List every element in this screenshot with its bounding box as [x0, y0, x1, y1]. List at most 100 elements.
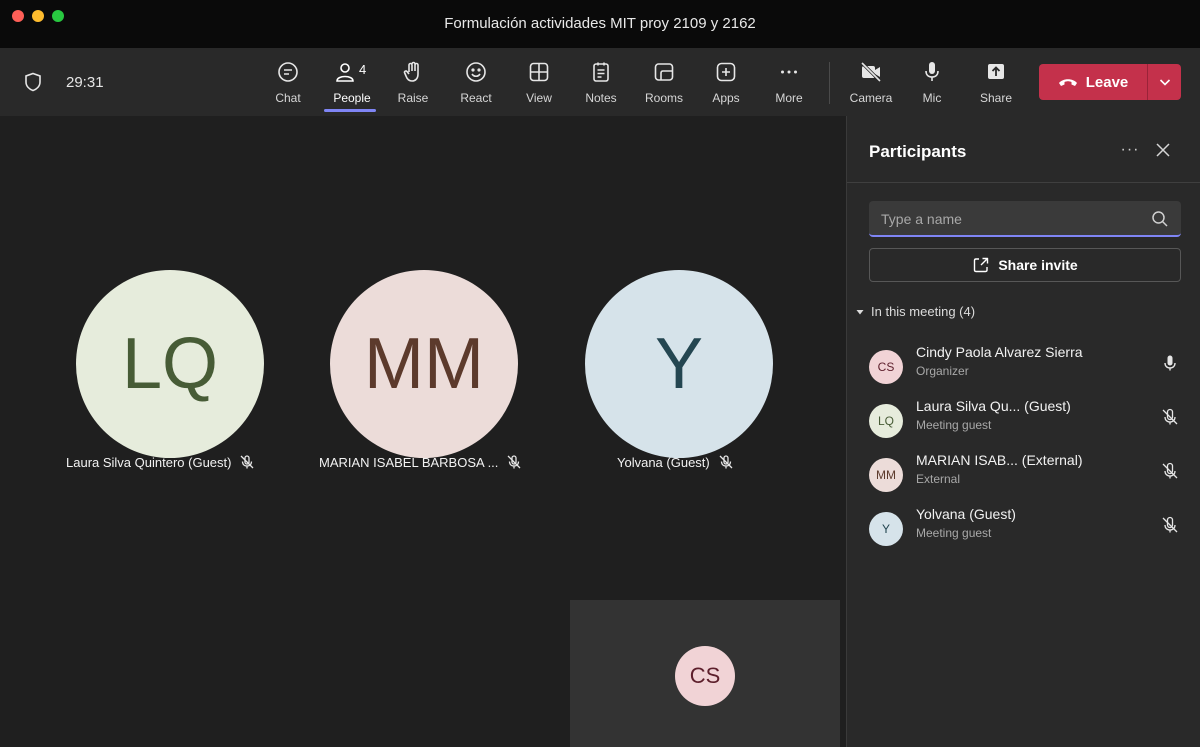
leave-button-group: Leave — [1039, 64, 1181, 100]
people-label: People — [333, 91, 371, 105]
people-count-badge: 4 — [359, 62, 367, 77]
meeting-toolbar: 29:31 Chat 4 People Raise React View Not… — [0, 48, 1200, 116]
raise-label: Raise — [397, 91, 429, 105]
view-label: View — [526, 91, 552, 105]
list-item[interactable]: Y Yolvana (Guest) Meeting guest — [869, 504, 1185, 558]
smiley-icon — [466, 62, 486, 82]
leave-label: Leave — [1085, 73, 1129, 91]
participant-name: Cindy Paola Alvarez Sierra — [916, 344, 1083, 360]
close-icon[interactable] — [1153, 140, 1173, 160]
raise-hand-button[interactable]: Raise — [385, 58, 441, 108]
panel-more-button[interactable]: ··· — [1119, 141, 1141, 161]
tile-name-mm: MARIAN ISABEL BARBOSA ... — [319, 454, 522, 470]
leave-button[interactable]: Leave — [1039, 64, 1147, 100]
notes-label: Notes — [585, 91, 617, 105]
add-app-icon — [716, 62, 736, 82]
title-bar: Formulación actividades MIT proy 2109 y … — [0, 0, 1200, 48]
chat-label: Chat — [275, 91, 301, 105]
share-screen-icon — [988, 64, 1004, 79]
participant-name: Laura Silva Qu... (Guest) — [916, 398, 1071, 414]
avatar: LQ — [76, 270, 264, 458]
more-label: More — [775, 91, 803, 105]
rooms-icon — [654, 63, 674, 81]
list-item[interactable]: LQ Laura Silva Qu... (Guest) Meeting gue… — [869, 396, 1185, 450]
mic-label: Mic — [922, 91, 942, 105]
share-button[interactable]: Share — [968, 58, 1024, 108]
participant-tile-lq[interactable]: LQ — [76, 270, 264, 458]
list-item[interactable]: CS Cindy Paola Alvarez Sierra Organizer — [869, 342, 1185, 396]
participant-list: CS Cindy Paola Alvarez Sierra Organizer … — [869, 342, 1185, 558]
avatar: LQ — [869, 404, 903, 438]
mic-button[interactable]: Mic — [904, 58, 960, 108]
mic-off-icon — [719, 455, 733, 469]
participant-role: Meeting guest — [916, 526, 992, 540]
camera-off-icon — [860, 61, 882, 83]
mic-off-icon — [1162, 408, 1178, 425]
avatar: Y — [585, 270, 773, 458]
self-view-tile[interactable]: CS — [570, 600, 840, 747]
share-label: Share — [979, 91, 1013, 105]
mic-off-icon — [1162, 516, 1178, 533]
share-icon — [974, 257, 989, 273]
grid-view-icon — [529, 62, 549, 82]
participant-role: External — [916, 472, 961, 486]
hand-icon — [403, 61, 419, 82]
chevron-down-icon — [1159, 79, 1170, 86]
in-meeting-section-header[interactable]: In this meeting (4) — [855, 304, 975, 319]
mic-off-icon — [241, 455, 254, 469]
mic-off-icon — [507, 455, 521, 469]
notes-icon — [593, 62, 609, 82]
more-icon — [781, 70, 797, 74]
meeting-stage: LQ Laura Silva Quintero (Guest) MM MARIA… — [0, 116, 846, 747]
view-button[interactable]: View — [511, 58, 567, 108]
notes-button[interactable]: Notes — [573, 58, 629, 108]
apps-button[interactable]: Apps — [698, 58, 754, 108]
avatar: Y — [869, 512, 903, 546]
leave-options-button[interactable] — [1148, 64, 1181, 100]
search-icon — [1152, 211, 1168, 227]
participant-name: MARIAN ISAB... (External) — [916, 452, 1083, 468]
tile-name-text: Laura Silva Quintero (Guest) — [66, 454, 232, 470]
mic-off-icon — [1162, 462, 1178, 479]
camera-label: Camera — [849, 91, 893, 105]
search-input[interactable] — [881, 209, 1131, 229]
toolbar-separator — [829, 62, 830, 104]
more-button[interactable]: More — [761, 58, 817, 108]
share-invite-button[interactable]: Share invite — [869, 248, 1181, 282]
participant-name: Yolvana (Guest) — [916, 506, 1016, 522]
list-item[interactable]: MM MARIAN ISAB... (External) External — [869, 450, 1185, 504]
apps-label: Apps — [712, 91, 740, 105]
people-active-indicator — [324, 109, 376, 112]
chat-icon — [278, 62, 298, 82]
meeting-timer: 29:31 — [66, 74, 104, 91]
avatar: MM — [869, 458, 903, 492]
panel-divider — [847, 182, 1200, 183]
hang-up-icon — [1058, 79, 1077, 86]
chat-button[interactable]: Chat — [260, 58, 316, 108]
tile-name-lq: Laura Silva Quintero (Guest) — [66, 454, 255, 470]
camera-button[interactable]: Camera — [843, 58, 899, 108]
panel-title: Participants — [869, 142, 967, 161]
participants-panel: Participants ··· Share invite In this me… — [846, 116, 1200, 747]
react-label: React — [460, 91, 492, 105]
participant-tile-mm[interactable]: MM — [330, 270, 518, 458]
rooms-button[interactable]: Rooms — [636, 58, 692, 108]
participant-tile-y[interactable]: Y — [585, 270, 773, 458]
microphone-icon — [1164, 355, 1176, 371]
window-title: Formulación actividades MIT proy 2109 y … — [444, 15, 756, 32]
avatar: CS — [675, 646, 735, 706]
participant-role: Meeting guest — [916, 418, 992, 432]
tile-name-text: MARIAN ISABEL BARBOSA ... — [319, 454, 499, 470]
tile-name-text: Yolvana (Guest) — [617, 454, 710, 470]
tile-name-y: Yolvana (Guest) — [617, 454, 734, 470]
people-icon — [336, 63, 354, 82]
avatar: MM — [330, 270, 518, 458]
people-button[interactable]: 4 People — [324, 58, 380, 112]
shield-icon[interactable] — [24, 72, 42, 92]
react-button[interactable]: React — [448, 58, 504, 108]
caret-down-icon — [856, 309, 864, 314]
share-invite-label: Share invite — [998, 257, 1078, 273]
section-label: In this meeting (4) — [871, 304, 976, 319]
participant-search — [869, 201, 1181, 237]
microphone-icon — [925, 62, 939, 81]
